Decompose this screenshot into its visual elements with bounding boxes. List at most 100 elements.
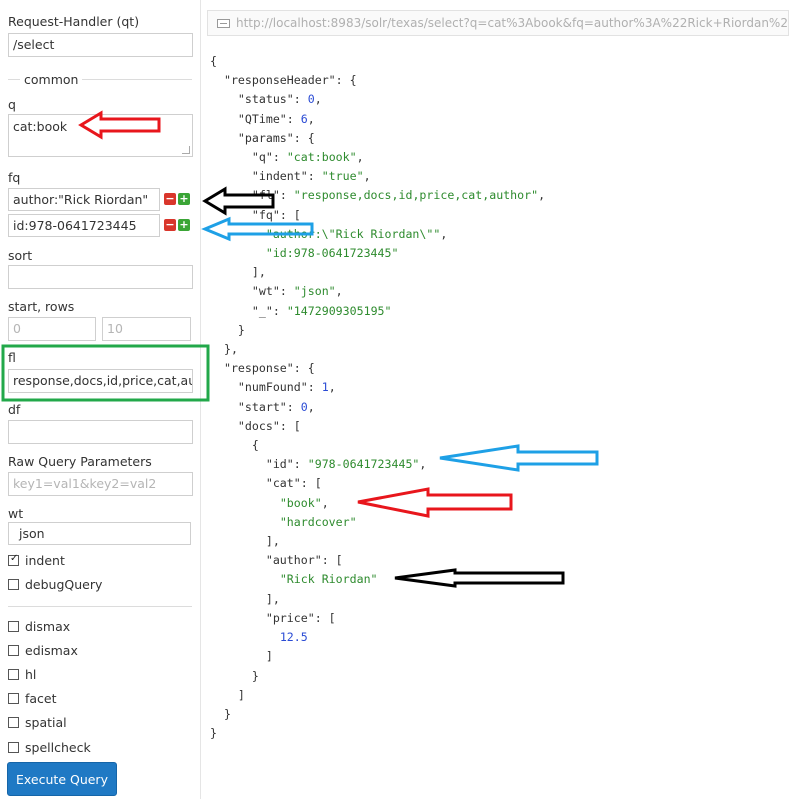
json-punct: {: [210, 438, 259, 453]
spellcheck-checkbox[interactable]: [8, 742, 19, 753]
json-line: "book",: [210, 496, 329, 510]
json-punct: ,: [538, 188, 546, 203]
hl-checkbox[interactable]: [8, 669, 19, 680]
json-response: { "responseHeader": { "status": 0, "QTim…: [210, 52, 545, 743]
fq-input-2[interactable]: id:978-0641723445: [8, 214, 160, 237]
json-string: "978-0641723445": [307, 457, 420, 472]
json-line: "q": "cat:book",: [210, 150, 364, 164]
handler-input[interactable]: /select: [8, 33, 193, 57]
json-punct: :: [272, 150, 287, 165]
json-line: "author:\"Rick Riordan\"",: [210, 226, 448, 241]
json-punct: }: [210, 668, 259, 683]
url-icon: [217, 19, 230, 28]
json-number: 0: [300, 399, 308, 414]
start-rows-label: start, rows: [8, 299, 75, 314]
request-url-bar[interactable]: http://localhost:8983/solr/texas/select?…: [207, 10, 789, 36]
json-key: "id": [265, 457, 294, 472]
edismax-label: edismax: [25, 643, 78, 658]
json-punct: [210, 496, 280, 510]
json-line: "Rick Riordan": [210, 572, 378, 586]
json-line: "numFound": 1,: [210, 380, 336, 394]
raw-params-input[interactable]: key1=val1&key2=val2: [8, 472, 193, 496]
json-string: "json": [293, 284, 336, 299]
json-line: {: [210, 54, 217, 68]
json-punct: :: [279, 188, 294, 203]
json-line: "fl": "response,docs,id,price,cat,author…: [210, 188, 545, 202]
json-line: }: [210, 726, 217, 740]
json-punct: :: [286, 111, 301, 126]
start-input[interactable]: 0: [8, 317, 96, 341]
q-textarea[interactable]: cat:book: [8, 114, 193, 157]
json-line: "docs": [: [210, 419, 301, 433]
json-line: "id:978-0641723445": [210, 246, 399, 260]
wt-label: wt: [8, 506, 24, 521]
dismax-checkbox[interactable]: [8, 621, 19, 632]
json-key: "_": [251, 303, 273, 318]
json-punct: [210, 515, 280, 529]
json-punct: [210, 208, 252, 222]
json-punct: :: [286, 399, 301, 414]
fl-input[interactable]: response,docs,id,price,cat,aut: [8, 369, 193, 393]
json-line: "indent": "true",: [210, 169, 371, 183]
sort-input[interactable]: [8, 265, 193, 289]
json-punct: }: [210, 726, 217, 741]
add-fq-1-button[interactable]: +: [178, 193, 190, 205]
remove-fq-1-button[interactable]: −: [164, 193, 176, 205]
debugquery-checkbox[interactable]: [8, 579, 19, 590]
resize-grip-icon[interactable]: [182, 146, 190, 154]
json-line: ]: [210, 688, 245, 702]
json-punct: [210, 73, 224, 87]
json-number: 0: [307, 92, 315, 107]
json-punct: [210, 246, 266, 260]
json-punct: ,: [307, 399, 315, 414]
spatial-label: spatial: [25, 715, 67, 730]
wt-select[interactable]: json: [8, 522, 191, 545]
json-punct: ,: [307, 111, 315, 126]
handler-label: Request-Handler (qt): [8, 14, 140, 29]
json-key: "wt": [251, 284, 280, 299]
json-line: 12.5: [210, 630, 308, 644]
json-punct: :: [307, 380, 322, 395]
json-key: "start": [237, 399, 287, 414]
df-label: df: [8, 402, 21, 417]
json-string: "hardcover": [279, 514, 357, 529]
json-string: "author:\"Rick Riordan\"": [265, 226, 441, 241]
execute-query-button[interactable]: Execute Query: [7, 762, 117, 796]
json-line: "params": {: [210, 131, 315, 145]
json-string: "cat:book": [286, 150, 357, 165]
json-line: "wt": "json",: [210, 284, 343, 298]
json-key: "numFound": [237, 380, 308, 395]
json-number: 12.5: [279, 630, 308, 645]
q-value: cat:book: [13, 119, 68, 134]
json-line: "status": 0,: [210, 92, 322, 106]
rows-input[interactable]: 10: [102, 317, 191, 341]
json-punct: [210, 150, 252, 164]
json-punct: [210, 227, 266, 241]
request-url[interactable]: http://localhost:8983/solr/texas/select?…: [236, 16, 788, 30]
common-legend: common: [20, 72, 83, 87]
q-label: q: [8, 97, 16, 112]
json-key: "fq": [251, 207, 280, 222]
json-punct: : [: [314, 610, 336, 625]
spatial-checkbox[interactable]: [8, 717, 19, 728]
json-line: "hardcover": [210, 515, 357, 529]
dismax-label: dismax: [25, 619, 71, 634]
json-punct: ,: [328, 380, 336, 395]
json-line: "response": {: [210, 361, 315, 375]
json-line: ],: [210, 592, 280, 606]
json-punct: : [: [279, 207, 301, 222]
json-punct: ],: [210, 591, 280, 606]
edismax-checkbox[interactable]: [8, 645, 19, 656]
indent-checkbox[interactable]: ✓: [8, 553, 19, 566]
json-punct: [210, 572, 280, 586]
json-line: "fq": [: [210, 208, 301, 222]
json-line: }: [210, 669, 259, 683]
remove-fq-2-button[interactable]: −: [164, 219, 176, 231]
df-input[interactable]: [8, 420, 193, 444]
json-punct: : {: [335, 73, 357, 88]
facet-checkbox[interactable]: [8, 693, 19, 704]
add-fq-2-button[interactable]: +: [178, 219, 190, 231]
json-string: "1472909305195": [286, 303, 392, 318]
options-divider: [8, 606, 192, 607]
fq-input-1[interactable]: author:"Rick Riordan": [8, 188, 160, 211]
